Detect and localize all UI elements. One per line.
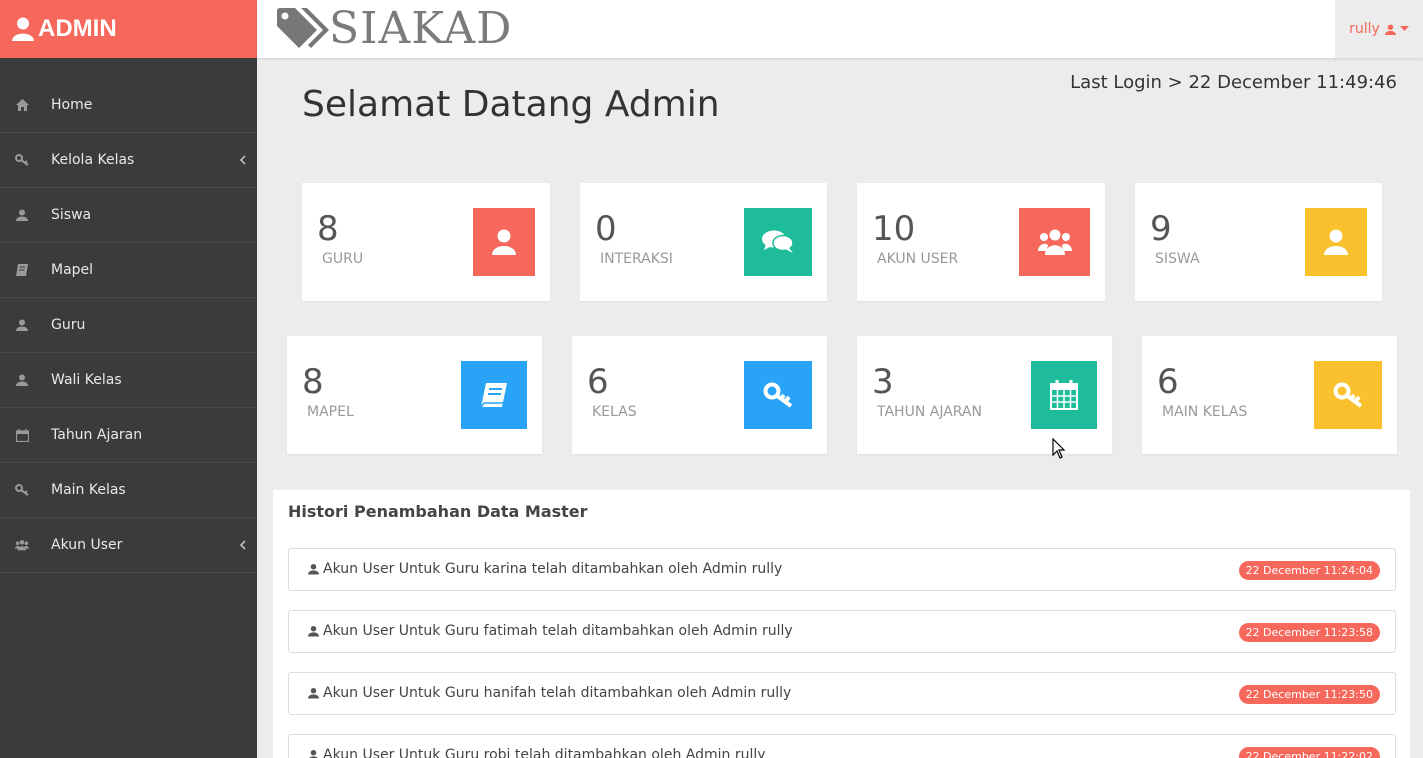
sidebar-item-mapel[interactable]: Mapel xyxy=(0,243,257,298)
user-icon xyxy=(308,625,319,637)
user-icon xyxy=(1384,23,1396,35)
users-icon xyxy=(15,538,29,552)
list-item[interactable]: Akun User Untuk Guru hanifah telah ditam… xyxy=(288,672,1396,715)
stat-label: TAHUN AJARAN xyxy=(877,404,982,420)
stat-card-mapel[interactable]: 8 MAPEL xyxy=(287,336,542,454)
time-badge: 22 December 11:22:02 xyxy=(1238,747,1380,758)
sidebar-item-label: Mapel xyxy=(51,262,94,278)
sidebar-item-home[interactable]: Home xyxy=(0,78,257,133)
stat-value: 6 xyxy=(1157,362,1179,402)
sidebar-item-guru[interactable]: Guru xyxy=(0,298,257,353)
sidebar-item-label: Akun User xyxy=(51,537,123,553)
stat-value: 8 xyxy=(317,209,339,249)
time-badge: 22 December 11:23:58 xyxy=(1238,623,1380,642)
stat-card-interaksi[interactable]: 0 INTERAKSI xyxy=(580,183,827,301)
history-text: Akun User Untuk Guru karina telah ditamb… xyxy=(323,561,783,577)
stat-card-guru[interactable]: 8 GURU xyxy=(302,183,550,301)
users-icon xyxy=(1019,208,1090,276)
sidebar-item-label: Guru xyxy=(51,317,86,333)
main-content: Last Login > 22 December 11:49:46 Selama… xyxy=(257,58,1423,758)
chevron-left-icon xyxy=(239,155,246,165)
panel-title: Histori Penambahan Data Master xyxy=(288,502,588,521)
key-icon xyxy=(15,153,29,167)
stat-label: MAPEL xyxy=(307,404,354,420)
key-icon xyxy=(15,483,29,497)
sidebar-item-kelola-kelas[interactable]: Kelola Kelas xyxy=(0,133,257,188)
sidebar-item-akun-user[interactable]: Akun User xyxy=(0,518,257,573)
user-icon xyxy=(12,17,34,41)
last-login: Last Login > 22 December 11:49:46 xyxy=(1070,72,1397,93)
stat-card-siswa[interactable]: 9 SISWA xyxy=(1135,183,1382,301)
sidebar-item-label: Tahun Ajaran xyxy=(51,427,143,443)
key-icon xyxy=(744,361,812,429)
stat-label: MAIN KELAS xyxy=(1162,404,1248,420)
caret-down-icon xyxy=(1399,26,1409,31)
stat-value: 3 xyxy=(872,362,894,402)
history-text: Akun User Untuk Guru robi telah ditambah… xyxy=(323,747,766,758)
list-item[interactable]: Akun User Untuk Guru karina telah ditamb… xyxy=(288,548,1396,591)
stat-value: 0 xyxy=(595,209,617,249)
sidebar-item-label: Home xyxy=(51,97,93,113)
user-icon xyxy=(1305,208,1367,276)
stat-label: SISWA xyxy=(1155,251,1200,267)
stat-label: INTERAKSI xyxy=(600,251,673,267)
top-bar: SIAKAD rully xyxy=(257,0,1423,58)
stat-card-akun-user[interactable]: 10 AKUN USER xyxy=(857,183,1105,301)
user-icon xyxy=(308,687,319,699)
stat-card-tahun-ajaran[interactable]: 3 TAHUN AJARAN xyxy=(857,336,1112,454)
brand[interactable]: ADMIN xyxy=(0,0,257,58)
list-item[interactable]: Akun User Untuk Guru fatimah telah ditam… xyxy=(288,610,1396,653)
stat-value: 9 xyxy=(1150,209,1172,249)
sidebar-item-label: Wali Kelas xyxy=(51,372,122,388)
user-icon xyxy=(308,563,319,575)
sidebar-item-wali-kelas[interactable]: Wali Kelas xyxy=(0,353,257,408)
time-badge: 22 December 11:23:50 xyxy=(1238,685,1380,704)
tags-icon xyxy=(277,8,329,48)
sidebar-item-label: Siswa xyxy=(51,207,92,223)
user-icon xyxy=(15,208,29,222)
history-text: Akun User Untuk Guru hanifah telah ditam… xyxy=(323,685,792,701)
page-title: Selamat Datang Admin xyxy=(302,84,720,125)
user-menu[interactable]: rully xyxy=(1335,0,1423,58)
sidebar-item-label: Kelola Kelas xyxy=(51,152,135,168)
history-text: Akun User Untuk Guru fatimah telah ditam… xyxy=(323,623,793,639)
logo[interactable]: SIAKAD xyxy=(277,4,512,54)
book-icon xyxy=(15,263,29,277)
user-icon xyxy=(15,373,29,387)
user-icon xyxy=(15,318,29,332)
stat-card-main-kelas[interactable]: 6 MAIN KELAS xyxy=(1142,336,1397,454)
stat-label: KELAS xyxy=(592,404,637,420)
user-icon xyxy=(473,208,535,276)
history-panel: Histori Penambahan Data Master Akun User… xyxy=(273,490,1410,758)
book-icon xyxy=(461,361,527,429)
brand-label: ADMIN xyxy=(38,15,117,42)
sidebar-item-main-kelas[interactable]: Main Kelas xyxy=(0,463,257,518)
calendar-icon xyxy=(1031,361,1097,429)
mouse-cursor-icon xyxy=(1052,438,1066,459)
home-icon xyxy=(15,98,29,112)
user-name: rully xyxy=(1349,21,1380,37)
user-icon xyxy=(309,749,318,758)
stat-value: 10 xyxy=(872,209,916,249)
chevron-left-icon xyxy=(239,540,246,550)
sidebar: ADMIN Home Kelola Kelas Siswa Mapel Guru… xyxy=(0,0,257,758)
calendar-icon xyxy=(15,428,29,442)
time-badge: 22 December 11:24:04 xyxy=(1238,561,1380,580)
stat-label: AKUN USER xyxy=(877,251,959,267)
list-item[interactable]: Akun User Untuk Guru robi telah ditambah… xyxy=(288,734,1396,758)
comments-icon xyxy=(744,208,812,276)
sidebar-nav: Home Kelola Kelas Siswa Mapel Guru Wali … xyxy=(0,78,257,573)
logo-text: SIAKAD xyxy=(329,3,513,54)
stat-value: 8 xyxy=(302,362,324,402)
sidebar-item-label: Main Kelas xyxy=(51,482,126,498)
stat-card-kelas[interactable]: 6 KELAS xyxy=(572,336,827,454)
stat-value: 6 xyxy=(587,362,609,402)
sidebar-item-tahun-ajaran[interactable]: Tahun Ajaran xyxy=(0,408,257,463)
stat-label: GURU xyxy=(322,251,364,267)
sidebar-item-siswa[interactable]: Siswa xyxy=(0,188,257,243)
key-icon xyxy=(1314,361,1382,429)
